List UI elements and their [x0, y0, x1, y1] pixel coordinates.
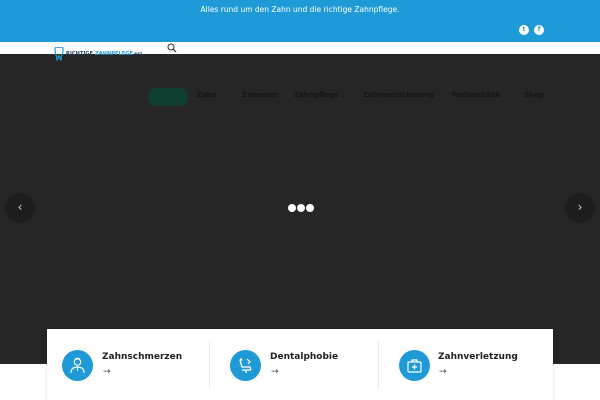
site-logo[interactable]: RICHTIGE ZAHNPFLEGE.NET — [54, 46, 143, 62]
nav-item-home[interactable]: Home — [148, 88, 188, 106]
facebook-icon[interactable]: f — [534, 25, 544, 35]
slider-prev-button[interactable]: ‹ — [5, 193, 35, 223]
card-zahnschmerzen[interactable]: Zahnschmerzen → — [47, 329, 209, 400]
nav-item-zahnpflege[interactable]: Zahnpflege ⌄ — [294, 91, 345, 99]
tagline: Alles rund um den Zahn und die richtige … — [200, 5, 400, 14]
feature-cards: Zahnschmerzen → Dentalphobie → Zahnverle… — [47, 329, 553, 400]
doctor-icon — [62, 350, 93, 381]
chevron-down-icon: ⌄ — [340, 93, 345, 99]
twitter-icon[interactable]: t — [519, 25, 529, 35]
dental-chair-icon — [230, 350, 261, 381]
arrow-right-icon[interactable]: → — [439, 367, 447, 377]
top-bar: Alles rund um den Zahn und die richtige … — [0, 0, 600, 42]
nav-item-zahn[interactable]: Zahn ⌄ — [197, 91, 223, 99]
slider-dot[interactable] — [288, 204, 296, 212]
first-aid-kit-icon — [399, 350, 430, 381]
logo-text: RICHTIGE ZAHNPFLEGE.NET — [66, 51, 143, 57]
slider-pagination — [288, 204, 314, 212]
card-title: Zahnverletzung — [438, 352, 518, 362]
nav-item-testberichte[interactable]: Testberichte ⌄ — [451, 91, 506, 99]
arrow-right-icon[interactable]: → — [271, 367, 279, 377]
card-dentalphobie[interactable]: Dentalphobie → — [210, 329, 378, 400]
nav-item-zahnversicherung[interactable]: Zahnversicherung — [363, 91, 434, 99]
chevron-down-icon: ⌄ — [218, 93, 223, 99]
slider-dot[interactable] — [297, 204, 305, 212]
tooth-logo-icon — [54, 47, 64, 61]
slider-next-button[interactable]: › — [565, 193, 595, 223]
chevron-down-icon: ⌄ — [501, 93, 507, 99]
nav-item-shop[interactable]: Shop — [524, 91, 544, 99]
arrow-right-icon[interactable]: → — [103, 367, 111, 377]
nav-item-zahnarzt[interactable]: Zahnarzt — [242, 91, 277, 99]
card-zahnverletzung[interactable]: Zahnverletzung → — [379, 329, 553, 400]
card-title: Dentalphobie — [270, 352, 339, 362]
slider-dot[interactable] — [306, 204, 314, 212]
search-icon[interactable] — [166, 42, 178, 54]
main-navigation: Home Zahn ⌄ Zahnarzt Zahnpflege ⌄ Zahnvers… — [0, 88, 600, 106]
card-title: Zahnschmerzen — [102, 352, 183, 362]
